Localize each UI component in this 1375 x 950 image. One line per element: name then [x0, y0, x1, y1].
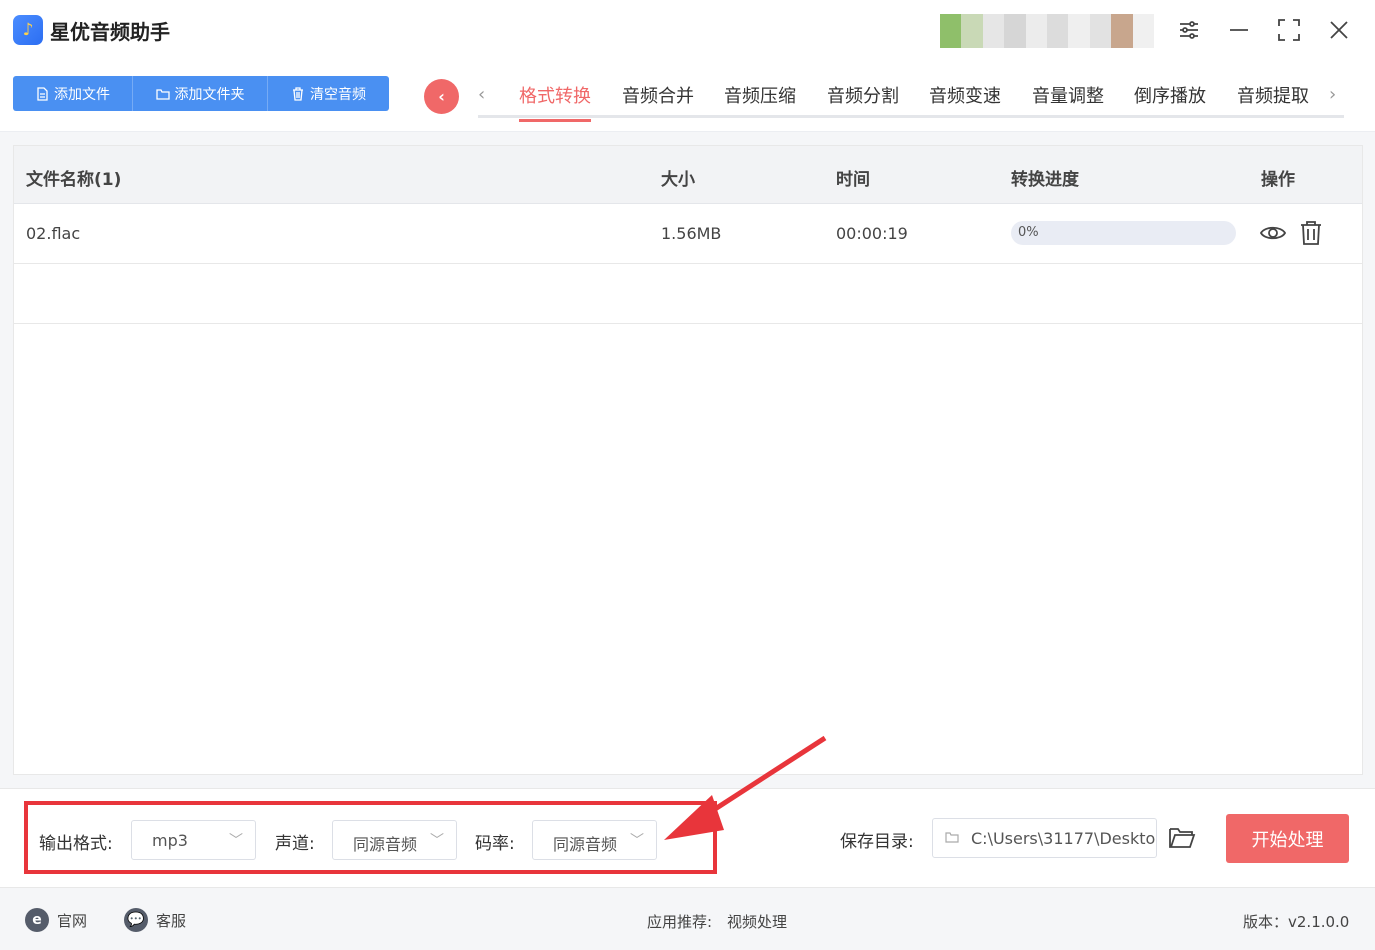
annotation-highlight-box	[24, 801, 717, 874]
start-process-button[interactable]: 开始处理	[1226, 814, 1349, 863]
folder-icon	[945, 832, 959, 843]
close-icon[interactable]	[1323, 14, 1355, 46]
save-path-value: C:\Users\31177\Deskto	[971, 829, 1156, 848]
delete-trash-icon[interactable]	[1298, 220, 1324, 246]
col-time: 时间	[836, 170, 870, 190]
trash-icon	[293, 86, 303, 101]
recommend-label: 应用推荐:	[647, 913, 713, 931]
file-name: 02.flac	[26, 224, 81, 243]
service-link[interactable]: 💬 客服	[124, 908, 186, 932]
file-size: 1.56MB	[661, 224, 722, 243]
file-icon	[37, 86, 48, 101]
tab-audio-split[interactable]: 音频分割	[827, 82, 899, 108]
music-note-icon: ♪	[13, 15, 43, 45]
tab-audio-compress[interactable]: 音频压缩	[724, 82, 796, 108]
table-header: 文件名称(1) 大小 时间 转换进度 操作	[14, 146, 1362, 204]
recommend-link[interactable]: 视频处理	[727, 911, 787, 932]
table-row[interactable]: 02.flac 1.56MB 00:00:19 0%	[14, 204, 1362, 264]
tab-format-convert[interactable]: 格式转换	[519, 82, 591, 122]
col-size: 大小	[661, 170, 695, 190]
col-progress: 转换进度	[1011, 170, 1079, 190]
back-button[interactable]: ‹	[424, 79, 459, 114]
folder-icon	[155, 88, 170, 100]
clear-audio-button[interactable]: 清空音频	[268, 76, 389, 111]
add-file-button[interactable]: 添加文件	[13, 76, 133, 111]
minimize-icon[interactable]	[1223, 14, 1255, 46]
footer: e 官网 💬 客服 应用推荐: 视频处理 版本：v2.1.0.0	[0, 890, 1375, 950]
open-folder-icon[interactable]	[1168, 825, 1196, 851]
version-text: 版本：v2.1.0.0	[1243, 913, 1350, 931]
chat-bubble-icon: 💬	[124, 908, 148, 932]
output-settings-bar: 输出格式: mp3 ﹀ 声道: 同源音频 ﹀ 码率: 同源音频 ﹀ 保存目录: …	[0, 788, 1375, 888]
progress-text: 0%	[1018, 225, 1039, 240]
website-label: 官网	[57, 911, 88, 930]
empty-row	[14, 264, 1362, 324]
app-title: 星优音频助手	[50, 20, 170, 44]
browser-e-icon: e	[25, 908, 49, 932]
tab-audio-extract[interactable]: 音频提取	[1237, 82, 1309, 108]
add-folder-label: 添加文件夹	[174, 86, 245, 103]
tab-audio-speed[interactable]: 音频变速	[929, 82, 1001, 108]
col-name: 文件名称(1)	[26, 170, 122, 190]
progress-bar: 0%	[1011, 221, 1236, 245]
file-duration: 00:00:19	[836, 224, 908, 243]
col-ops: 操作	[1261, 170, 1295, 190]
tabs-next-icon[interactable]: ›	[1329, 84, 1336, 105]
tabs-prev-icon[interactable]: ‹	[478, 84, 485, 105]
user-avatar-blurred[interactable]	[940, 14, 1155, 48]
save-path-field[interactable]: C:\Users\31177\Deskto	[932, 818, 1157, 858]
file-table: 文件名称(1) 大小 时间 转换进度 操作 02.flac 1.56MB 00:…	[13, 145, 1363, 775]
tab-reverse-play[interactable]: 倒序播放	[1134, 82, 1206, 108]
chevron-left-icon: ‹	[438, 87, 445, 106]
file-button-group: 添加文件 添加文件夹 清空音频	[13, 76, 389, 111]
save-dir-label: 保存目录:	[840, 832, 914, 852]
clear-audio-label: 清空音频	[310, 86, 366, 103]
website-link[interactable]: e 官网	[25, 908, 87, 932]
service-label: 客服	[156, 911, 187, 930]
preview-eye-icon[interactable]	[1260, 220, 1286, 246]
maximize-icon[interactable]	[1273, 14, 1305, 46]
toolbar: 添加文件 添加文件夹 清空音频 ‹ 格式转换 音频合并 音频压缩 音频分割 音频…	[0, 60, 1375, 132]
function-tabs: 格式转换 音频合并 音频压缩 音频分割 音频变速 音量调整 倒序播放 音频提取	[478, 76, 1344, 122]
tab-volume-adjust[interactable]: 音量调整	[1032, 82, 1104, 108]
add-folder-button[interactable]: 添加文件夹	[133, 76, 268, 111]
title-bar: ♪ 星优音频助手	[0, 0, 1375, 60]
settings-sliders-icon[interactable]	[1173, 14, 1205, 46]
tab-audio-merge[interactable]: 音频合并	[622, 82, 694, 108]
add-file-label: 添加文件	[54, 86, 110, 103]
